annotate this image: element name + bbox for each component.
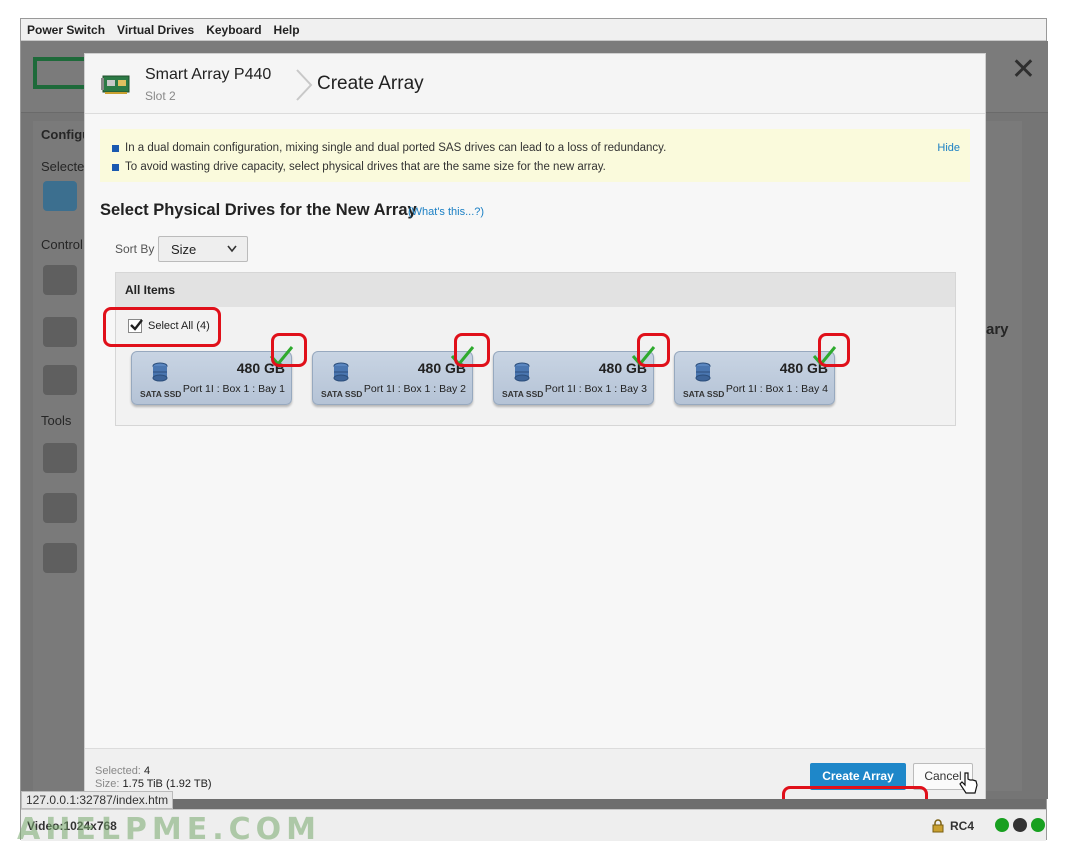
panel-header: All Items [116,273,955,307]
select-all-checkbox[interactable]: Select All (4) [128,319,210,333]
disk-icon [333,362,349,382]
menu-power-switch[interactable]: Power Switch [21,23,111,37]
remote-console-window: Power Switch Virtual Drives Keyboard Hel… [17,18,1048,847]
dialog-footer: Selected: 4 Size: 1.75 TiB (1.92 TB) Can… [85,748,985,799]
server-icon[interactable] [43,317,77,347]
selection-summary: Selected: 4 Size: 1.75 TiB (1.92 TB) [95,765,212,791]
bullet-icon [112,144,119,152]
lock-icon [932,819,944,833]
url-tooltip: 127.0.0.1:32787/index.htm [21,791,174,809]
disk-icon [514,362,530,382]
selected-size: 1.75 TiB (1.92 TB) [122,778,212,790]
close-icon[interactable]: ✕ [1011,55,1036,85]
bg-right-text: ary [986,321,1009,338]
drive-location: Port 1I : Box 1 : Bay 2 [363,383,466,395]
encryption-label: RC4 [950,819,975,833]
warning-line: To avoid wasting drive capacity, select … [112,161,606,173]
drive-location: Port 1I : Box 1 : Bay 1 [182,383,285,395]
select-all-label: Select All (4) [148,320,210,332]
hide-link[interactable]: Hide [937,142,960,154]
check-icon [450,346,475,367]
check-icon [812,346,837,367]
checkbox-checked-icon [128,319,143,333]
drive-card[interactable]: SATA SSD 480 GB Port 1I : Box 1 : Bay 2 [312,346,475,405]
console-viewport: ✕ Configu Selecte Control Tools ary Smar… [21,41,1048,799]
drive-card[interactable]: SATA SSD 480 GB Port 1I : Box 1 : Bay 3 [493,346,656,405]
drive-type: SATA SSD [321,389,363,399]
menu-help[interactable]: Help [268,23,306,37]
arrays-icon[interactable] [43,265,77,295]
power-icon[interactable] [1031,818,1045,832]
disk-icon [152,362,168,382]
raid-controller-icon [101,75,130,94]
sort-by-label: Sort By [115,242,155,256]
menu-virtual-drives[interactable]: Virtual Drives [111,23,200,37]
size-label: Size: [95,778,120,790]
section-title: Select Physical Drives for the New Array [100,201,417,219]
drive-location: Port 1I : Box 1 : Bay 3 [544,383,647,395]
chevron-down-icon [227,245,237,253]
controller-name: Smart Array P440 [145,66,272,83]
status-led-dark [1013,818,1027,832]
bullet-icon [112,163,119,171]
drive-type: SATA SSD [683,389,725,399]
bg-tools-text: Tools [41,413,72,428]
key-lock-icon-2[interactable] [43,543,77,573]
disk-icon [695,362,711,382]
whats-this-link[interactable]: (What's this...?) [408,206,484,218]
key-lock-icon[interactable] [43,493,77,523]
status-bar: Video:1024x768 AHELPME.COM RC4 [17,809,1046,847]
watermark: AHELPME.COM [17,812,322,847]
chevron-right-icon [296,69,313,101]
bg-selected-text: Selecte [41,159,85,174]
check-icon [269,346,294,367]
drives-icon[interactable] [43,365,77,395]
drive-location: Port 1I : Box 1 : Bay 4 [725,383,828,395]
drive-type: SATA SSD [140,389,182,399]
warning-banner: In a dual domain configuration, mixing s… [100,129,970,182]
warning-text: To avoid wasting drive capacity, select … [125,161,606,173]
warning-text: In a dual domain configuration, mixing s… [125,142,667,154]
check-icon [631,346,656,367]
drive-selection-panel: All Items Select All (4) SATA SSD 480 GB… [115,272,956,426]
drive-tool-icon[interactable] [43,443,77,473]
create-array-button[interactable]: Create Array [810,763,906,790]
background-sidebar: Configu Selecte Control Tools [33,121,90,791]
menu-keyboard[interactable]: Keyboard [200,23,267,37]
sort-by-select[interactable]: Size [158,236,248,262]
bg-controller-text: Control [41,237,83,252]
page-title: Create Array [317,73,424,94]
warning-line: In a dual domain configuration, mixing s… [112,142,666,154]
sort-by-value: Size [171,242,197,257]
selected-label: Selected: [95,765,141,777]
background-right-panel: ary [982,121,1022,791]
controller-slot: Slot 2 [145,89,176,103]
selected-count: 4 [143,765,151,777]
drive-card[interactable]: SATA SSD 480 GB Port 1I : Box 1 : Bay 1 [131,346,294,405]
drive-type: SATA SSD [502,389,544,399]
bg-config-text: Configu [41,127,91,142]
create-array-dialog: Smart Array P440 Slot 2 Create Array In … [84,53,986,799]
menubar: Power Switch Virtual Drives Keyboard Hel… [21,19,1046,41]
controller-icon[interactable] [43,181,77,211]
drive-card[interactable]: SATA SSD 480 GB Port 1I : Box 1 : Bay 4 [674,346,837,405]
hand-cursor-icon [959,772,978,794]
dialog-header: Smart Array P440 Slot 2 Create Array [85,54,985,114]
status-led-green [995,818,1009,832]
